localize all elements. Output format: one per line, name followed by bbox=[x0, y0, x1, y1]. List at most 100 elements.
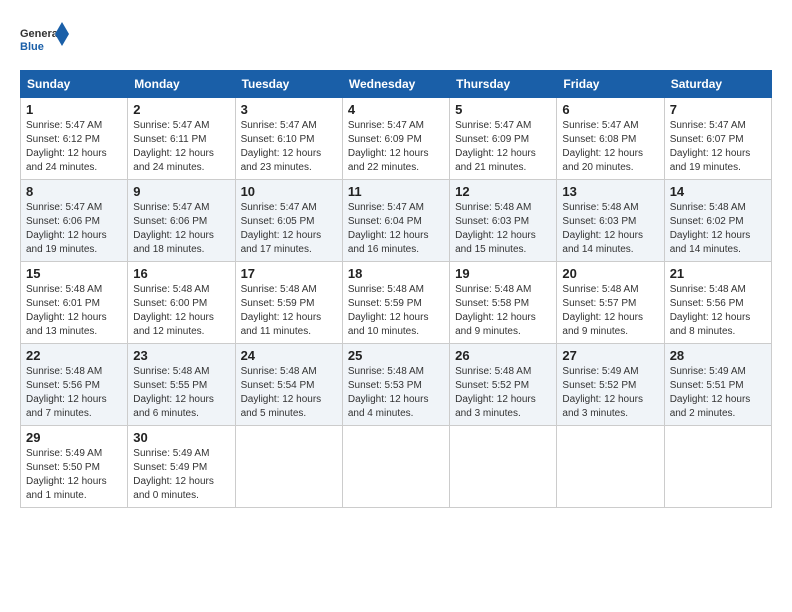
calendar-cell bbox=[557, 426, 664, 508]
calendar-cell bbox=[342, 426, 449, 508]
calendar-cell: 18 Sunrise: 5:48 AMSunset: 5:59 PMDayligh… bbox=[342, 262, 449, 344]
calendar-cell: 15Sunrise: 5:48 AMSunset: 6:01 PMDayligh… bbox=[21, 262, 128, 344]
svg-text:General: General bbox=[20, 28, 61, 40]
day-info: Sunrise: 5:47 AMSunset: 6:08 PMDaylight:… bbox=[562, 119, 658, 175]
day-number: 10 bbox=[241, 184, 337, 199]
day-number: 4 bbox=[348, 102, 444, 117]
day-number: 20 bbox=[562, 266, 658, 281]
day-number: 24 bbox=[241, 348, 337, 363]
calendar-cell: 5 Sunrise: 5:47 AMSunset: 6:09 PMDaylight… bbox=[450, 98, 557, 180]
day-number: 16 bbox=[133, 266, 229, 281]
calendar-cell: 23Sunrise: 5:48 AMSunset: 5:55 PMDayligh… bbox=[128, 344, 235, 426]
day-number: 5 bbox=[455, 102, 551, 117]
day-info: Sunrise: 5:49 AMSunset: 5:51 PMDaylight:… bbox=[670, 365, 766, 421]
weekday-header-saturday: Saturday bbox=[664, 71, 771, 98]
weekday-header-wednesday: Wednesday bbox=[342, 71, 449, 98]
weekday-header-friday: Friday bbox=[557, 71, 664, 98]
day-info: Sunrise: 5:47 AMSunset: 6:12 PMDaylight:… bbox=[26, 119, 122, 175]
calendar-cell: 13 Sunrise: 5:48 AMSunset: 6:03 PMDayligh… bbox=[557, 180, 664, 262]
day-info: Sunrise: 5:48 AMSunset: 5:59 PMDaylight:… bbox=[241, 283, 337, 339]
day-number: 1 bbox=[26, 102, 122, 117]
day-number: 15 bbox=[26, 266, 122, 281]
calendar-cell: 3 Sunrise: 5:47 AMSunset: 6:10 PMDaylight… bbox=[235, 98, 342, 180]
day-info: Sunrise: 5:48 AMSunset: 5:57 PMDaylight:… bbox=[562, 283, 658, 339]
calendar-cell: 6 Sunrise: 5:47 AMSunset: 6:08 PMDaylight… bbox=[557, 98, 664, 180]
calendar-week-row: 29 Sunrise: 5:49 AMSunset: 5:50 PMDayligh… bbox=[21, 426, 772, 508]
day-number: 13 bbox=[562, 184, 658, 199]
day-info: Sunrise: 5:48 AMSunset: 5:53 PMDaylight:… bbox=[348, 365, 444, 421]
day-info: Sunrise: 5:48 AMSunset: 5:59 PMDaylight:… bbox=[348, 283, 444, 339]
weekday-header-monday: Monday bbox=[128, 71, 235, 98]
calendar-cell: 29 Sunrise: 5:49 AMSunset: 5:50 PMDayligh… bbox=[21, 426, 128, 508]
logo-svg: General Blue bbox=[20, 20, 70, 60]
day-number: 8 bbox=[26, 184, 122, 199]
day-info: Sunrise: 5:48 AMSunset: 5:55 PMDaylight:… bbox=[133, 365, 229, 421]
calendar-cell: 16Sunrise: 5:48 AMSunset: 6:00 PMDayligh… bbox=[128, 262, 235, 344]
day-info: Sunrise: 5:47 AMSunset: 6:09 PMDaylight:… bbox=[348, 119, 444, 175]
day-number: 29 bbox=[26, 430, 122, 445]
day-info: Sunrise: 5:48 AMSunset: 5:54 PMDaylight:… bbox=[241, 365, 337, 421]
day-number: 3 bbox=[241, 102, 337, 117]
weekday-header-thursday: Thursday bbox=[450, 71, 557, 98]
day-number: 14 bbox=[670, 184, 766, 199]
weekday-header-row: SundayMondayTuesdayWednesdayThursdayFrid… bbox=[21, 71, 772, 98]
day-info: Sunrise: 5:47 AMSunset: 6:10 PMDaylight:… bbox=[241, 119, 337, 175]
calendar-cell: 7Sunrise: 5:47 AMSunset: 6:07 PMDaylight… bbox=[664, 98, 771, 180]
day-number: 11 bbox=[348, 184, 444, 199]
day-number: 12 bbox=[455, 184, 551, 199]
day-number: 30 bbox=[133, 430, 229, 445]
day-number: 22 bbox=[26, 348, 122, 363]
day-number: 28 bbox=[670, 348, 766, 363]
title-section bbox=[70, 20, 772, 22]
day-number: 2 bbox=[133, 102, 229, 117]
day-info: Sunrise: 5:47 AMSunset: 6:04 PMDaylight:… bbox=[348, 201, 444, 257]
day-info: Sunrise: 5:48 AMSunset: 6:02 PMDaylight:… bbox=[670, 201, 766, 257]
weekday-header-tuesday: Tuesday bbox=[235, 71, 342, 98]
calendar-cell: 1 Sunrise: 5:47 AMSunset: 6:12 PMDaylight… bbox=[21, 98, 128, 180]
calendar-cell: 27Sunrise: 5:49 AMSunset: 5:52 PMDayligh… bbox=[557, 344, 664, 426]
calendar-cell: 28 Sunrise: 5:49 AMSunset: 5:51 PMDayligh… bbox=[664, 344, 771, 426]
day-info: Sunrise: 5:48 AMSunset: 6:03 PMDaylight:… bbox=[455, 201, 551, 257]
calendar-cell bbox=[235, 426, 342, 508]
calendar-cell bbox=[664, 426, 771, 508]
calendar-cell: 20 Sunrise: 5:48 AMSunset: 5:57 PMDayligh… bbox=[557, 262, 664, 344]
day-info: Sunrise: 5:47 AMSunset: 6:06 PMDaylight:… bbox=[26, 201, 122, 257]
logo: General Blue bbox=[20, 20, 70, 60]
calendar-cell: 22Sunrise: 5:48 AMSunset: 5:56 PMDayligh… bbox=[21, 344, 128, 426]
day-number: 21 bbox=[670, 266, 766, 281]
calendar-cell: 2 Sunrise: 5:47 AMSunset: 6:11 PMDaylight… bbox=[128, 98, 235, 180]
calendar-table: SundayMondayTuesdayWednesdayThursdayFrid… bbox=[20, 70, 772, 508]
day-info: Sunrise: 5:47 AMSunset: 6:11 PMDaylight:… bbox=[133, 119, 229, 175]
calendar-week-row: 8 Sunrise: 5:47 AMSunset: 6:06 PMDaylight… bbox=[21, 180, 772, 262]
calendar-week-row: 22Sunrise: 5:48 AMSunset: 5:56 PMDayligh… bbox=[21, 344, 772, 426]
day-number: 27 bbox=[562, 348, 658, 363]
calendar-cell: 4 Sunrise: 5:47 AMSunset: 6:09 PMDaylight… bbox=[342, 98, 449, 180]
calendar-cell: 14 Sunrise: 5:48 AMSunset: 6:02 PMDayligh… bbox=[664, 180, 771, 262]
day-info: Sunrise: 5:48 AMSunset: 5:58 PMDaylight:… bbox=[455, 283, 551, 339]
calendar-cell: 11 Sunrise: 5:47 AMSunset: 6:04 PMDayligh… bbox=[342, 180, 449, 262]
day-number: 9 bbox=[133, 184, 229, 199]
day-number: 19 bbox=[455, 266, 551, 281]
weekday-header-sunday: Sunday bbox=[21, 71, 128, 98]
calendar-week-row: 1 Sunrise: 5:47 AMSunset: 6:12 PMDaylight… bbox=[21, 98, 772, 180]
day-number: 18 bbox=[348, 266, 444, 281]
calendar-cell: 24 Sunrise: 5:48 AMSunset: 5:54 PMDayligh… bbox=[235, 344, 342, 426]
day-info: Sunrise: 5:48 AMSunset: 5:52 PMDaylight:… bbox=[455, 365, 551, 421]
day-info: Sunrise: 5:47 AMSunset: 6:06 PMDaylight:… bbox=[133, 201, 229, 257]
day-info: Sunrise: 5:49 AMSunset: 5:50 PMDaylight:… bbox=[26, 447, 122, 503]
page-header: General Blue bbox=[20, 20, 772, 60]
calendar-cell: 12 Sunrise: 5:48 AMSunset: 6:03 PMDayligh… bbox=[450, 180, 557, 262]
day-info: Sunrise: 5:47 AMSunset: 6:09 PMDaylight:… bbox=[455, 119, 551, 175]
day-info: Sunrise: 5:49 AMSunset: 5:49 PMDaylight:… bbox=[133, 447, 229, 503]
day-number: 17 bbox=[241, 266, 337, 281]
calendar-cell: 21 Sunrise: 5:48 AMSunset: 5:56 PMDayligh… bbox=[664, 262, 771, 344]
calendar-cell: 17 Sunrise: 5:48 AMSunset: 5:59 PMDayligh… bbox=[235, 262, 342, 344]
day-info: Sunrise: 5:47 AMSunset: 6:07 PMDaylight:… bbox=[670, 119, 766, 175]
day-info: Sunrise: 5:48 AMSunset: 6:03 PMDaylight:… bbox=[562, 201, 658, 257]
day-number: 6 bbox=[562, 102, 658, 117]
calendar-cell: 8 Sunrise: 5:47 AMSunset: 6:06 PMDaylight… bbox=[21, 180, 128, 262]
calendar-week-row: 15Sunrise: 5:48 AMSunset: 6:01 PMDayligh… bbox=[21, 262, 772, 344]
calendar-cell: 30 Sunrise: 5:49 AMSunset: 5:49 PMDayligh… bbox=[128, 426, 235, 508]
day-info: Sunrise: 5:48 AMSunset: 5:56 PMDaylight:… bbox=[670, 283, 766, 339]
calendar-cell bbox=[450, 426, 557, 508]
